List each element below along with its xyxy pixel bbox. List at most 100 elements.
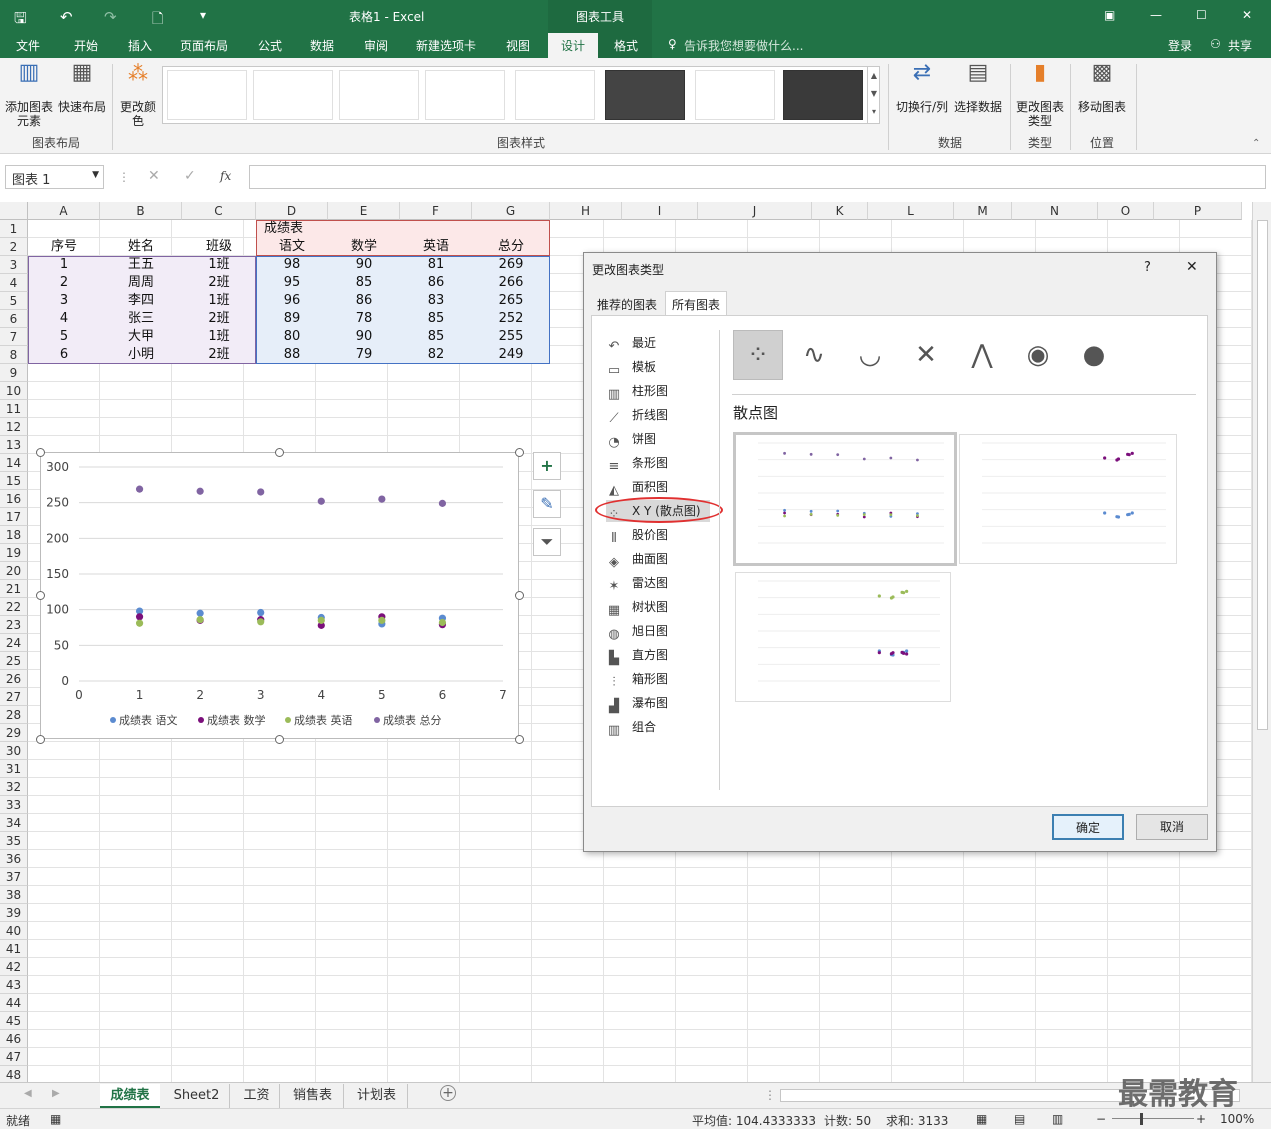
select-data-button[interactable]: ▤ 选择数据	[952, 62, 1004, 115]
scatter-subtype-6[interactable]: ◉	[1013, 330, 1063, 380]
table-cell[interactable]: 95	[256, 274, 328, 292]
chart-type-item[interactable]: ✶ 雷达图	[606, 572, 710, 594]
data-point[interactable]	[135, 485, 144, 493]
tell-me-input[interactable]: 告诉我您想要做什么...	[684, 37, 803, 54]
table-cell[interactable]: 80	[256, 328, 328, 346]
enter-icon[interactable]: ✓	[184, 168, 196, 184]
resize-handle[interactable]	[515, 735, 524, 744]
data-point[interactable]	[196, 487, 204, 495]
row-header[interactable]: 36	[0, 850, 28, 868]
change-colors-button[interactable]: ⁂ 更改颜色	[118, 63, 158, 128]
table-cell[interactable]: 3	[28, 292, 100, 310]
insert-function-icon[interactable]: fx	[220, 169, 231, 183]
chart-type-item[interactable]: ▥ 组合	[606, 716, 710, 738]
help-icon[interactable]: ?	[1144, 260, 1151, 275]
data-point[interactable]	[196, 616, 204, 624]
table-cell[interactable]: 2班	[182, 346, 256, 364]
scatter-subtype-4[interactable]: ✕	[901, 330, 951, 380]
page-layout-view-icon[interactable]: ▤	[1014, 1112, 1025, 1126]
next-sheet-icon[interactable]: ▶	[52, 1088, 60, 1099]
row-header[interactable]: 30	[0, 742, 28, 760]
chart-type-item[interactable]: ◈ 曲面图	[606, 548, 710, 570]
row-header[interactable]: 2	[0, 238, 28, 256]
resize-handle[interactable]	[36, 448, 45, 457]
undo-icon[interactable]: ↶	[60, 8, 73, 26]
sheet-tab[interactable]: Sheet2	[164, 1084, 230, 1108]
data-point[interactable]	[317, 497, 325, 505]
row-header[interactable]: 43	[0, 976, 28, 994]
scatter-subtype-2[interactable]: ∿	[789, 330, 839, 380]
table-cell[interactable]: 2班	[182, 274, 256, 292]
column-header[interactable]: E	[328, 202, 400, 220]
share-button[interactable]: 共享	[1228, 37, 1252, 54]
data-point[interactable]	[438, 499, 447, 507]
row-header[interactable]: 14	[0, 454, 28, 472]
collapse-ribbon-icon[interactable]: ⌃	[1252, 138, 1260, 149]
cancel-button[interactable]: 取消	[1136, 814, 1208, 840]
sheet-tab[interactable]: 销售表	[282, 1084, 344, 1108]
row-header[interactable]: 26	[0, 670, 28, 688]
add-sheet-icon[interactable]: +	[440, 1085, 456, 1101]
table-cell[interactable]: 1班	[182, 292, 256, 310]
add-chart-element-button[interactable]: ▥ 添加图表元素	[4, 62, 54, 129]
tab-page-layout[interactable]: 页面布局	[180, 37, 228, 54]
maximize-icon[interactable]: ☐	[1196, 8, 1207, 22]
chart-styles-gallery[interactable]: ▲ ▼ ▾	[162, 66, 880, 124]
row-header[interactable]: 21	[0, 580, 28, 598]
row-header[interactable]: 31	[0, 760, 28, 778]
preview-1[interactable]	[733, 432, 957, 566]
data-point[interactable]	[135, 619, 144, 627]
row-header[interactable]: 3	[0, 256, 28, 274]
table-cell[interactable]: 88	[256, 346, 328, 364]
data-point[interactable]	[257, 618, 265, 626]
row-header[interactable]: 4	[0, 274, 28, 292]
table-header[interactable]: 班级	[182, 238, 256, 256]
chart-type-item[interactable]: ▭ 模板	[606, 356, 710, 378]
row-header[interactable]: 7	[0, 328, 28, 346]
data-point[interactable]	[438, 618, 447, 627]
scatter-subtype-7[interactable]: ●	[1069, 330, 1119, 380]
legend-entry[interactable]: 成绩表 总分	[383, 713, 442, 727]
chart-type-item[interactable]: ◍ 旭日图	[606, 620, 710, 642]
table-cell[interactable]: 86	[400, 274, 472, 292]
zoom-slider-thumb[interactable]	[1140, 1113, 1143, 1125]
scatter-subtype-3[interactable]: ◡	[845, 330, 895, 380]
table-cell[interactable]: 李四	[100, 292, 182, 310]
close-icon[interactable]: ✕	[1242, 8, 1252, 22]
vertical-scrollbar[interactable]	[1252, 202, 1271, 1082]
chart-style-2[interactable]	[253, 70, 333, 120]
scroll-thumb[interactable]	[1257, 220, 1268, 730]
row-header[interactable]: 19	[0, 544, 28, 562]
resize-handle[interactable]	[36, 591, 45, 600]
chart-type-item[interactable]: ⫴ 股价图	[606, 524, 710, 546]
row-header[interactable]: 23	[0, 616, 28, 634]
chart-type-item[interactable]: ≡ 条形图	[606, 452, 710, 474]
sheet-tab[interactable]: 计划表	[346, 1084, 408, 1108]
tab-view[interactable]: 视图	[506, 37, 530, 54]
column-header[interactable]: L	[868, 202, 954, 220]
chart-type-item[interactable]: ▟ 瀑布图	[606, 692, 710, 714]
row-header[interactable]: 35	[0, 832, 28, 850]
table-cell[interactable]: 85	[328, 274, 400, 292]
chart-filters-button[interactable]: ⏷	[533, 528, 561, 556]
login-link[interactable]: 登录	[1168, 37, 1192, 54]
column-header[interactable]: M	[954, 202, 1012, 220]
prev-sheet-icon[interactable]: ◀	[24, 1088, 32, 1099]
row-header[interactable]: 34	[0, 814, 28, 832]
table-header[interactable]: 序号	[28, 238, 100, 256]
table-cell[interactable]: 5	[28, 328, 100, 346]
table-cell[interactable]: 90	[328, 256, 400, 274]
table-cell[interactable]: 1班	[182, 256, 256, 274]
table-cell[interactable]: 小明	[100, 346, 182, 364]
legend-entry[interactable]: 成绩表 数学	[207, 713, 266, 727]
chart-style-3[interactable]	[339, 70, 419, 120]
quick-layout-button[interactable]: ▦ 快速布局	[57, 62, 107, 115]
macro-record-icon[interactable]: ▦	[50, 1112, 61, 1126]
table-cell[interactable]: 4	[28, 310, 100, 328]
table-cell[interactable]: 张三	[100, 310, 182, 328]
tab-data[interactable]: 数据	[310, 37, 334, 54]
data-point[interactable]	[378, 616, 386, 624]
table-cell[interactable]: 2	[28, 274, 100, 292]
qat-customize-icon[interactable]: ▾	[200, 8, 206, 22]
chart-type-item[interactable]: ◔ 饼图	[606, 428, 710, 450]
